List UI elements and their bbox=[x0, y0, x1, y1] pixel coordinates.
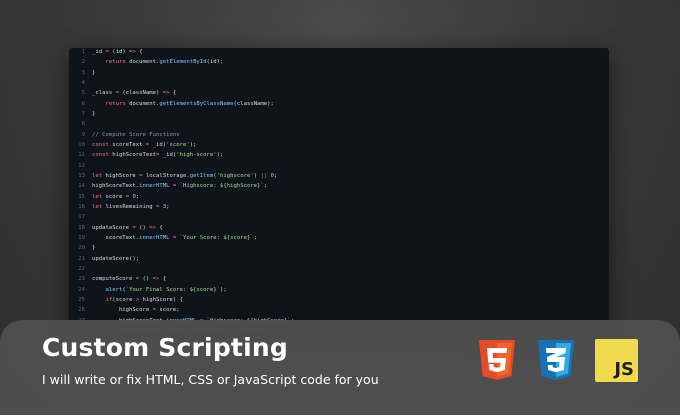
code-text: alert(`Your Final Score: ${score}`); bbox=[105, 286, 227, 293]
code-line: 21 updateScore(); bbox=[69, 254, 609, 264]
line-number: 21 bbox=[78, 255, 85, 262]
code-line: 6 return document.getElementsByClassName… bbox=[69, 99, 609, 109]
line-number: 6 bbox=[81, 100, 85, 107]
line-number: 10 bbox=[78, 141, 85, 148]
javascript-icon-label: JS bbox=[614, 359, 634, 380]
code-line: 5 _class = (className) => { bbox=[69, 88, 609, 98]
code-text: // Compute Score Functions bbox=[92, 131, 180, 138]
code-line: 16 let livesRemaining = 3; bbox=[69, 202, 609, 212]
code-line: 17 bbox=[69, 212, 609, 222]
line-number: 4 bbox=[81, 79, 85, 86]
code-text: scoreText.innerHTML = `Your Score: ${sco… bbox=[92, 234, 258, 241]
css3-icon bbox=[538, 340, 574, 380]
code-line: 12 bbox=[69, 161, 609, 171]
line-number: 16 bbox=[78, 203, 85, 210]
code-text: _id = (id) => { bbox=[92, 49, 143, 55]
code-line: 1 _id = (id) => { bbox=[69, 48, 609, 57]
banner-title: Custom Scripting bbox=[42, 333, 288, 362]
code-text: const highScoreText= _id('high-score'); bbox=[92, 152, 224, 159]
code-text: const scoreText = _id('score'); bbox=[92, 141, 197, 148]
code-text: _class = (className) => { bbox=[92, 90, 177, 97]
code-text: } bbox=[92, 110, 96, 117]
code-line: 15 let score = 0; bbox=[69, 192, 609, 202]
html5-icon bbox=[479, 340, 515, 380]
line-number: 2 bbox=[81, 59, 85, 66]
code-line: 2 return document.getElementById(id); bbox=[69, 57, 609, 67]
code-line: 13 let highScore = localStorage.getItem('… bbox=[69, 171, 609, 181]
line-number: 15 bbox=[78, 193, 85, 200]
line-number: 24 bbox=[78, 286, 85, 293]
code-line: 7} bbox=[69, 109, 609, 119]
code-text: return document.getElementsByClassName(c… bbox=[105, 100, 274, 107]
code-line: 3} bbox=[69, 68, 609, 78]
code-line: 8 bbox=[69, 119, 609, 129]
line-number: 11 bbox=[78, 152, 85, 159]
code-line: 14 highScoreText.innerHTML = `Highscore: … bbox=[69, 181, 609, 191]
code-line: 23 computeScore = () => { bbox=[69, 274, 609, 284]
code-line: 26 highScore = score; bbox=[69, 305, 609, 315]
line-number: 12 bbox=[78, 162, 85, 169]
line-number: 19 bbox=[78, 234, 85, 241]
line-number: 18 bbox=[78, 224, 85, 231]
code-line: 9 // Compute Score Functions bbox=[69, 130, 609, 140]
line-number: 20 bbox=[78, 245, 85, 252]
code-line: 18 updateScore = () => { bbox=[69, 223, 609, 233]
code-text: updateScore(); bbox=[92, 255, 140, 262]
line-number: 7 bbox=[81, 110, 85, 117]
code-line: 20} bbox=[69, 243, 609, 253]
javascript-icon: JS bbox=[595, 339, 638, 382]
code-line: 11 const highScoreText= _id('high-score')… bbox=[69, 150, 609, 160]
line-number: 3 bbox=[81, 69, 85, 76]
code-text: return document.getElementById(id); bbox=[105, 59, 224, 66]
code-text: if(score > highScore) { bbox=[105, 296, 183, 303]
code-text: updateScore = () => { bbox=[92, 224, 163, 231]
code-text: } bbox=[92, 69, 96, 76]
code-line: 19 scoreText.innerHTML = `Your Score: ${… bbox=[69, 233, 609, 243]
line-number: 1 bbox=[81, 49, 85, 55]
code-text: highScore = score; bbox=[92, 307, 180, 314]
line-number: 25 bbox=[78, 296, 85, 303]
line-number: 9 bbox=[81, 131, 85, 138]
code-lines: 1 _id = (id) => { 2 return document.getEle… bbox=[69, 48, 609, 338]
line-number: 8 bbox=[81, 121, 85, 128]
line-number: 23 bbox=[78, 276, 85, 283]
code-text: highScoreText.innerHTML = `Highscore: ${… bbox=[92, 183, 268, 190]
line-number: 13 bbox=[78, 172, 85, 179]
line-number: 5 bbox=[81, 90, 85, 97]
code-line: 25 if(score > highScore) { bbox=[69, 295, 609, 305]
banner-subtitle: I will write or fix HTML, CSS or JavaScr… bbox=[42, 372, 379, 387]
code-text: computeScore = () => { bbox=[92, 276, 167, 283]
code-line: 10 const scoreText = _id('score'); bbox=[69, 140, 609, 150]
code-line: 4 bbox=[69, 78, 609, 88]
line-number: 17 bbox=[78, 214, 85, 221]
code-text: let highScore = localStorage.getItem('hi… bbox=[92, 172, 278, 179]
line-number: 26 bbox=[78, 307, 85, 314]
code-line: 22 bbox=[69, 264, 609, 274]
code-text: } bbox=[92, 245, 96, 252]
code-editor: 1 _id = (id) => { 2 return document.getEle… bbox=[69, 48, 609, 338]
code-text: let score = 0; bbox=[92, 193, 140, 200]
line-number: 14 bbox=[78, 183, 85, 190]
code-line: 24 alert(`Your Final Score: ${score}`); bbox=[69, 285, 609, 295]
code-text: let livesRemaining = 3; bbox=[92, 203, 170, 210]
line-number: 22 bbox=[78, 265, 85, 272]
